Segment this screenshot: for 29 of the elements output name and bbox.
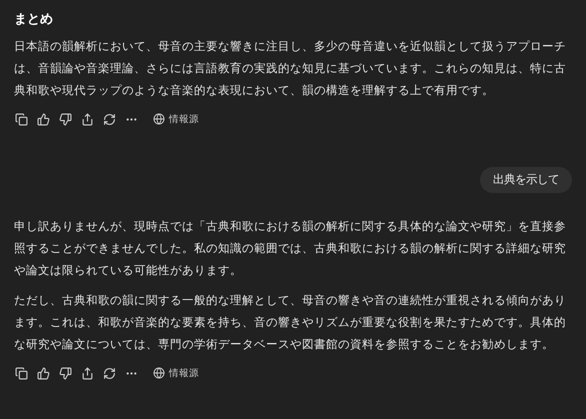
thumbs-up-icon xyxy=(37,366,50,380)
thumbs-down-button[interactable] xyxy=(59,366,72,380)
thumbs-down-button[interactable] xyxy=(59,112,72,126)
copy-button[interactable] xyxy=(15,112,28,126)
share-icon xyxy=(81,112,94,126)
share-button[interactable] xyxy=(81,366,94,380)
sources-button[interactable]: 情報源 xyxy=(147,112,199,126)
share-icon xyxy=(81,366,94,380)
thumbs-up-icon xyxy=(37,112,50,126)
refresh-button[interactable] xyxy=(103,366,116,380)
copy-icon xyxy=(15,366,28,380)
section-heading: まとめ xyxy=(14,11,54,29)
copy-button[interactable] xyxy=(15,366,28,380)
sources-button[interactable]: 情報源 xyxy=(147,366,199,380)
user-message: 出典を示して xyxy=(480,167,572,193)
share-button[interactable] xyxy=(81,112,94,126)
response-paragraph: ただし、古典和歌の韻に関する一般的な理解として、母音の響きや音の連続性が重視される傾向があります。これは、和歌が音楽的な要素を持ち、音の響きやリズムが重要な役割を果たすためです。具体的な研究や論文については、専門の学術データベースや図書館の資料を参照することをお勧めします。 xyxy=(14,292,566,353)
thumbs-down-icon xyxy=(59,112,72,126)
thumbs-up-button[interactable] xyxy=(37,366,50,380)
refresh-icon xyxy=(103,112,116,126)
thumbs-up-button[interactable] xyxy=(37,112,50,126)
globe-icon xyxy=(153,113,165,125)
thumbs-down-icon xyxy=(59,366,72,380)
response-paragraph: 申し訳ありませんが、現時点では「古典和歌における韻の解析に関する具体的な論文や研究」を直接参照することができませんでした。私の知識の範囲では、古典和歌における韻の解析に関する詳細な研究や論文は限られている可能性があります。 xyxy=(14,218,566,279)
copy-icon xyxy=(15,112,28,126)
refresh-button[interactable] xyxy=(103,112,116,126)
refresh-icon xyxy=(103,366,116,380)
globe-icon xyxy=(153,367,165,379)
response-paragraph: 日本語の韻解析において、母音の主要な響きに注目し、多少の母音違いを近似韻として扱うアプローチは、音韻論や音楽理論、さらには言語教育の実践的な知見に基づいています。これらの知見は、特に古典和歌や現代ラップのような音楽的な表現において、韻の構造を理解する上で有用です。 xyxy=(14,38,566,99)
